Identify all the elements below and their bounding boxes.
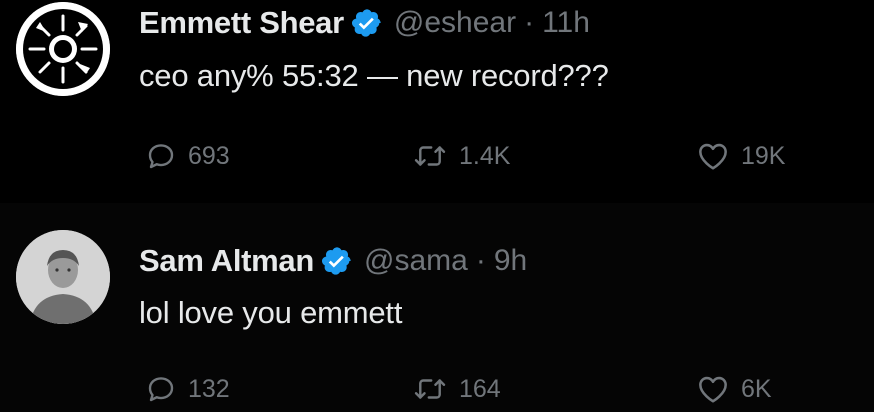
like-count: 19K bbox=[741, 141, 786, 170]
tweet-text: ceo any% 55:32 — new record??? bbox=[139, 58, 609, 93]
profile-photo bbox=[16, 230, 110, 324]
verified-badge-icon bbox=[322, 247, 351, 275]
heart-icon bbox=[699, 143, 727, 170]
display-name[interactable]: Sam Altman bbox=[139, 243, 314, 279]
separator-dot: · bbox=[475, 244, 486, 277]
timestamp[interactable]: 11h bbox=[542, 6, 590, 40]
retweet-button[interactable]: 164 bbox=[413, 369, 501, 409]
reply-button[interactable]: 693 bbox=[146, 136, 230, 176]
like-count: 6K bbox=[741, 374, 772, 403]
user-handle[interactable]: @sama bbox=[364, 244, 468, 278]
verified-badge-icon bbox=[351, 9, 381, 37]
like-button[interactable]: 6K bbox=[697, 369, 772, 409]
tweet-text: lol love you emmett bbox=[139, 295, 403, 330]
reply-count: 693 bbox=[188, 141, 230, 170]
avatar[interactable] bbox=[16, 230, 110, 324]
retweet-icon bbox=[414, 379, 446, 399]
reply-count: 132 bbox=[188, 374, 230, 403]
retweet-count: 164 bbox=[459, 374, 501, 403]
tweet-emmett-shear[interactable]: Emmett Shear @eshear · 11h ceo any% 55:3… bbox=[0, 0, 874, 203]
avatar[interactable] bbox=[16, 2, 110, 96]
tweet-sam-altman[interactable]: Sam Altman @sama · 9h lol love you emmet… bbox=[0, 203, 874, 412]
like-button[interactable]: 19K bbox=[697, 136, 785, 176]
display-name[interactable]: Emmett Shear bbox=[139, 5, 344, 41]
user-handle[interactable]: @eshear bbox=[394, 6, 516, 40]
tweet-header: Emmett Shear @eshear · 11h bbox=[139, 3, 590, 43]
reply-bubble-icon bbox=[148, 377, 174, 402]
heart-icon bbox=[699, 376, 727, 403]
timestamp[interactable]: 9h bbox=[494, 244, 527, 278]
reply-bubble-icon bbox=[148, 144, 174, 169]
reply-button[interactable]: 132 bbox=[146, 369, 230, 409]
abstract-sun-logo-icon bbox=[16, 2, 110, 96]
separator-dot: · bbox=[524, 6, 535, 39]
tweet-header: Sam Altman @sama · 9h bbox=[139, 239, 527, 283]
retweet-count: 1.4K bbox=[459, 141, 511, 170]
retweet-icon bbox=[414, 146, 446, 166]
retweet-button[interactable]: 1.4K bbox=[413, 136, 510, 176]
